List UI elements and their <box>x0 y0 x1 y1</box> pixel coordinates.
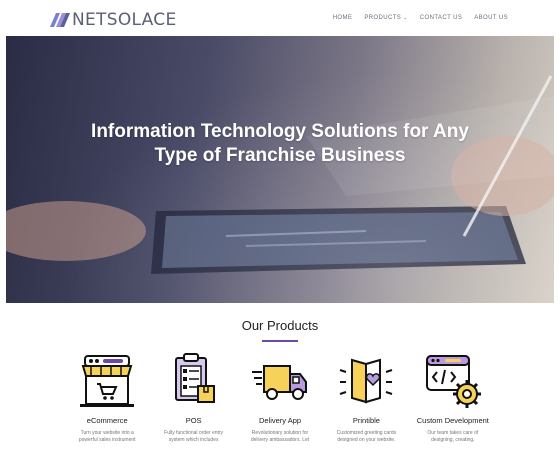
product-desc-line: delivery ambassadors. Let <box>250 437 310 443</box>
hero-title-line-1: Information Technology Solutions for Any <box>91 121 469 142</box>
nav-home[interactable]: HOME <box>333 15 353 21</box>
product-desc-line: Fully functional order entry <box>164 430 224 436</box>
nav-about-us[interactable]: ABOUT US <box>474 15 508 21</box>
product-description: Customized greeting cards designed on yo… <box>323 430 409 444</box>
code-gear-icon <box>425 355 481 408</box>
product-delivery-app[interactable]: Delivery App Revolutionary solution for … <box>237 350 323 444</box>
storefront-cart-icon <box>80 355 135 407</box>
logo-mark-icon <box>50 13 70 27</box>
nav-products-label: PRODUCTS <box>364 15 402 21</box>
hero-overlay <box>6 36 554 303</box>
product-desc-line: Our team takes care of <box>427 430 479 436</box>
product-description: Revolutionary solution for delivery amba… <box>237 430 323 444</box>
product-description: Fully functional order entry system whic… <box>150 430 236 444</box>
delivery-truck-icon <box>252 365 308 400</box>
nav-products[interactable]: PRODUCTS ⌄ <box>364 15 407 21</box>
hero-title-line-2: Type of Franchise Business <box>154 145 406 166</box>
hero-title: Information Technology Solutions for Any… <box>6 120 554 168</box>
site-header: NETSOLACE HOME PRODUCTS ⌄ CONTACT US ABOU… <box>0 0 560 36</box>
greeting-card-icon <box>340 358 393 404</box>
product-desc-line: Customized greeting cards <box>336 430 397 436</box>
product-printible[interactable]: Printible Customized greeting cards desi… <box>323 350 409 444</box>
product-desc-line: system which includes <box>168 437 219 443</box>
product-custom-development[interactable]: Custom Development Our team takes care o… <box>410 350 496 444</box>
product-desc-line: powerful sales instrument <box>78 437 136 443</box>
product-name: POS <box>185 416 202 425</box>
product-desc-line: Turn your website into a <box>80 430 134 436</box>
product-name: Delivery App <box>258 416 302 425</box>
product-desc-line: designing, creating, <box>431 437 475 443</box>
product-description: Turn your website into a powerful sales … <box>64 430 150 444</box>
nav-contact-us[interactable]: CONTACT US <box>420 15 462 21</box>
product-description: Our team takes care of designing, creati… <box>410 430 496 444</box>
products-list: eCommerce Turn your website into a power… <box>64 350 496 444</box>
product-pos[interactable]: POS Fully functional order entry system … <box>150 350 236 444</box>
product-desc-line: Revolutionary solution for <box>251 430 309 436</box>
section-divider <box>262 340 298 342</box>
chevron-down-icon: ⌄ <box>403 15 408 21</box>
product-desc-line: designed on your website. <box>337 437 396 443</box>
logo-text: NETSOLACE <box>72 10 177 30</box>
clipboard-box-icon <box>174 353 215 403</box>
logo[interactable]: NETSOLACE <box>50 10 177 30</box>
product-name: Printible <box>352 416 380 425</box>
products-section-title: Our Products <box>241 318 319 333</box>
product-ecommerce[interactable]: eCommerce Turn your website into a power… <box>64 350 150 444</box>
hero-banner: Information Technology Solutions for Any… <box>6 36 554 303</box>
main-nav: HOME PRODUCTS ⌄ CONTACT US ABOUT US <box>333 15 508 21</box>
product-name: Custom Development <box>416 416 489 425</box>
product-name: eCommerce <box>86 416 128 425</box>
